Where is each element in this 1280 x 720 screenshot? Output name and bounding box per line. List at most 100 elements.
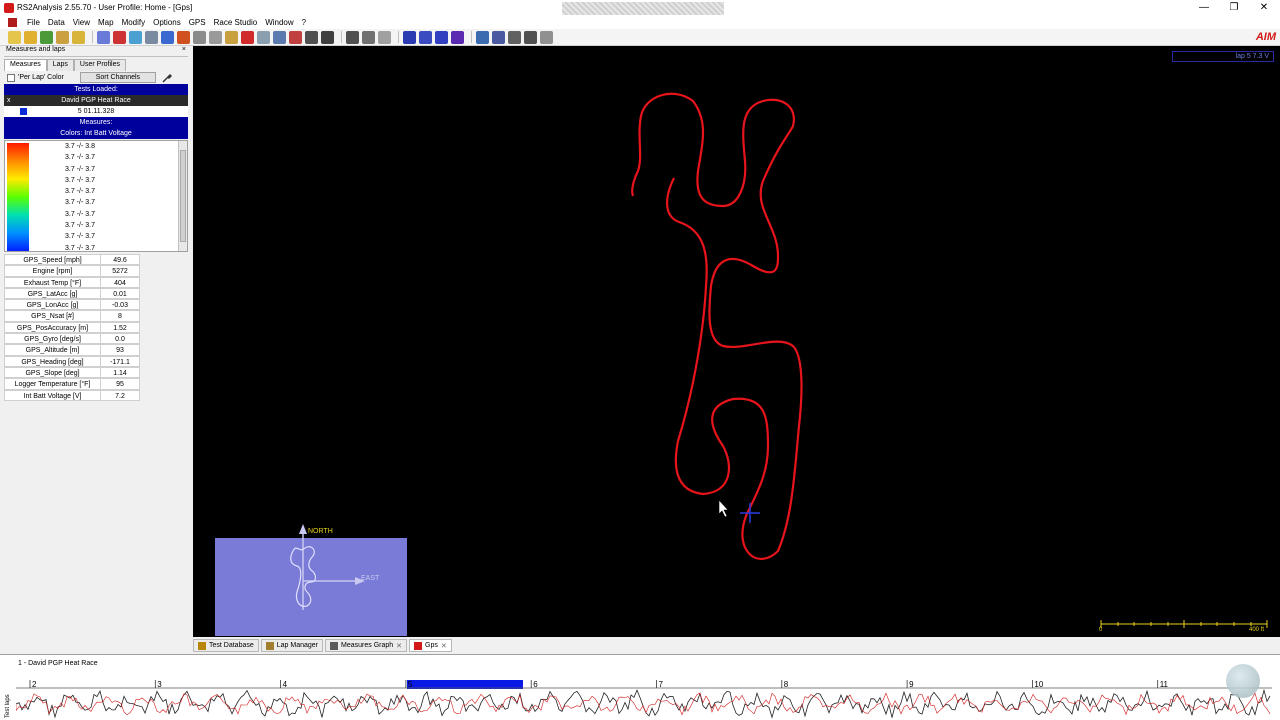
clock-icon[interactable] — [346, 30, 359, 44]
minimize-button[interactable]: — — [1189, 0, 1219, 15]
pencil-icon[interactable] — [257, 30, 270, 44]
menu-race-studio[interactable]: Race Studio — [210, 18, 262, 27]
chart-icon[interactable] — [113, 30, 126, 44]
pan-icon[interactable] — [476, 30, 489, 44]
lap-number-label[interactable]: 4 — [283, 680, 287, 689]
settings-icon[interactable] — [321, 30, 334, 44]
measure-name: GPS_LatAcc [g] — [4, 287, 100, 300]
histogram-icon[interactable] — [129, 30, 142, 44]
sort-channels-button[interactable]: Sort Channels — [79, 72, 156, 83]
measure-value: 7.2 — [100, 389, 140, 401]
download-icon[interactable] — [40, 30, 53, 44]
lap-number-label[interactable]: 9 — [909, 680, 913, 689]
legend-scrollbar[interactable] — [178, 141, 187, 251]
columns-icon[interactable] — [540, 30, 553, 44]
measure-name: GPS_Gyro [deg/s] — [4, 333, 100, 345]
options-row: 'Per Lap' Color Sort Channels — [4, 71, 188, 84]
scrollbar-thumb[interactable] — [180, 150, 186, 242]
report-icon[interactable] — [193, 30, 206, 44]
timer-icon[interactable] — [362, 30, 375, 44]
per-lap-color-checkbox[interactable] — [7, 73, 15, 82]
layout-icon[interactable] — [177, 30, 190, 44]
lap-trace[interactable] — [16, 689, 1272, 719]
import-icon[interactable] — [56, 30, 69, 44]
measure-row[interactable]: GPS_LatAcc [g] 0.01 — [4, 287, 188, 300]
lap-number-label[interactable]: 2 — [32, 680, 36, 689]
test-row[interactable]: x David PGP Heat Race — [4, 95, 188, 106]
lap-number-label[interactable]: 6 — [533, 680, 537, 689]
menu-modify[interactable]: Modify — [118, 18, 150, 27]
tab-laps[interactable]: Laps — [46, 59, 74, 71]
overlay-button[interactable] — [1226, 664, 1260, 698]
menu-help[interactable]: ? — [298, 18, 310, 27]
menu-gps[interactable]: GPS — [185, 18, 210, 27]
link-icon[interactable] — [305, 30, 318, 44]
gps-map-icon[interactable] — [161, 30, 174, 44]
graph-icon[interactable] — [97, 30, 110, 44]
zoom-icon[interactable] — [289, 30, 302, 44]
document-icon[interactable] — [8, 17, 17, 27]
tab-test-database[interactable]: Test Database — [193, 639, 259, 652]
tab-close-button[interactable]: ✕ — [396, 642, 402, 650]
lap-number-label[interactable]: 3 — [157, 680, 161, 689]
measure-row[interactable]: GPS_PosAccuracy [m] 1.52 — [4, 321, 188, 334]
side-label-text: Test laps — [5, 694, 11, 718]
lap-number-label[interactable]: 5 — [408, 680, 412, 689]
grid-icon[interactable] — [524, 30, 537, 44]
tab-gps[interactable]: Gps ✕ — [409, 639, 452, 652]
overlay-icon[interactable] — [435, 30, 448, 44]
measure-name: Exhaust Temp [°F] — [4, 276, 100, 288]
measure-row[interactable]: GPS_Gyro [deg/s] 0.0 — [4, 333, 188, 345]
tab-user-profiles[interactable]: User Profiles — [73, 59, 126, 71]
math-icon[interactable] — [419, 30, 432, 44]
menu-view[interactable]: View — [69, 18, 94, 27]
measure-value: -171.1 — [100, 355, 140, 367]
menu-file[interactable]: File — [23, 18, 44, 27]
legend-item: 3.7 -/- 3.7 — [65, 176, 95, 184]
measure-row[interactable]: GPS_Heading [deg] -171.1 — [4, 355, 188, 367]
lap-number-label[interactable]: 8 — [784, 680, 788, 689]
menu-data[interactable]: Data — [44, 18, 69, 27]
fit-icon[interactable] — [492, 30, 505, 44]
test-remove-button[interactable]: x — [7, 95, 11, 106]
lap-number-label[interactable]: 7 — [659, 680, 663, 689]
measure-row[interactable]: Exhaust Temp [°F] 404 — [4, 276, 188, 288]
cursor-icon[interactable] — [273, 30, 286, 44]
menu-bar: File Data View Map Modify Options GPS Ra… — [0, 15, 1280, 29]
maximize-button[interactable]: ❐ — [1219, 0, 1249, 15]
compare-icon[interactable] — [451, 30, 464, 44]
tab-measures[interactable]: Measures — [4, 59, 47, 71]
measure-row[interactable]: Int Batt Voltage [V] 7.2 — [4, 389, 188, 401]
tab-lap-manager[interactable]: Lap Manager — [260, 639, 324, 652]
measure-row[interactable]: GPS_Slope [deg] 1.14 — [4, 366, 188, 379]
panel-close-button[interactable]: × — [182, 46, 186, 53]
export-icon[interactable] — [72, 30, 85, 44]
measure-row[interactable]: Engine [rpm] 5272 — [4, 265, 188, 277]
axis-icon[interactable] — [378, 30, 391, 44]
lap-number-label[interactable]: 10 — [1034, 680, 1043, 689]
search-icon[interactable] — [508, 30, 521, 44]
tab-measures-graph[interactable]: Measures Graph ✕ — [325, 639, 408, 652]
measure-name: GPS_Speed [mph] — [4, 254, 100, 266]
measure-row[interactable]: GPS_LonAcc [g] -0.03 — [4, 299, 188, 311]
folder-icon[interactable] — [24, 30, 37, 44]
measure-name: GPS_Slope [deg] — [4, 366, 100, 379]
measure-row[interactable]: GPS_Nsat [#] 8 — [4, 310, 188, 322]
track-icon[interactable] — [241, 30, 254, 44]
measure-row[interactable]: GPS_Altitude [m] 93 — [4, 344, 188, 356]
channel-icon[interactable] — [403, 30, 416, 44]
open-folder-icon[interactable] — [8, 30, 21, 44]
menu-window[interactable]: Window — [261, 18, 297, 27]
tab-close-button[interactable]: ✕ — [441, 642, 447, 650]
lap-row[interactable]: 5 01.11.328 — [4, 106, 188, 117]
close-button[interactable]: ✕ — [1249, 0, 1279, 15]
menu-map[interactable]: Map — [94, 18, 118, 27]
lap-number-label[interactable]: 11 — [1160, 680, 1168, 689]
table-icon[interactable] — [145, 30, 158, 44]
menu-options[interactable]: Options — [149, 18, 185, 27]
measure-row[interactable]: GPS_Speed [mph] 49.6 — [4, 254, 188, 266]
split-icon[interactable] — [225, 30, 238, 44]
measure-row[interactable]: Logger Temperature [°F] 95 — [4, 378, 188, 390]
list-icon[interactable] — [209, 30, 222, 44]
wrench-icon[interactable] — [162, 73, 172, 83]
